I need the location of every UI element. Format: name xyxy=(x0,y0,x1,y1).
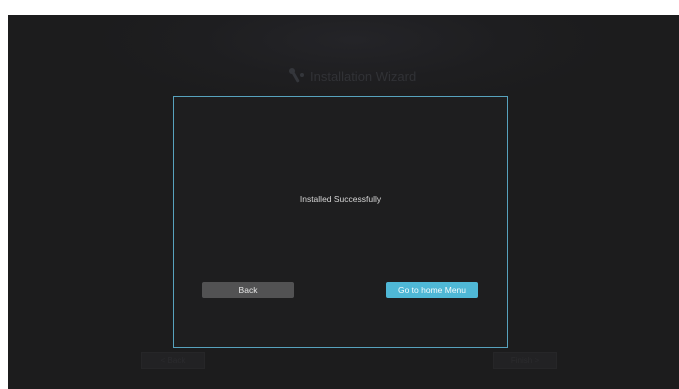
install-complete-dialog: Installed Successfully Back Go to home M… xyxy=(173,96,508,348)
wizard-icon xyxy=(286,67,308,85)
wizard-title: Installation Wizard xyxy=(310,68,417,84)
background-back-button: < Back xyxy=(141,352,205,369)
background-finish-button: Finish > xyxy=(493,352,557,369)
wizard-screen: Installation Wizard < Back Finish > Inst… xyxy=(8,15,679,389)
go-to-home-menu-button[interactable]: Go to home Menu xyxy=(386,282,478,298)
wizard-header: Installation Wizard xyxy=(286,67,416,85)
back-button[interactable]: Back xyxy=(202,282,294,298)
success-message: Installed Successfully xyxy=(299,194,382,204)
